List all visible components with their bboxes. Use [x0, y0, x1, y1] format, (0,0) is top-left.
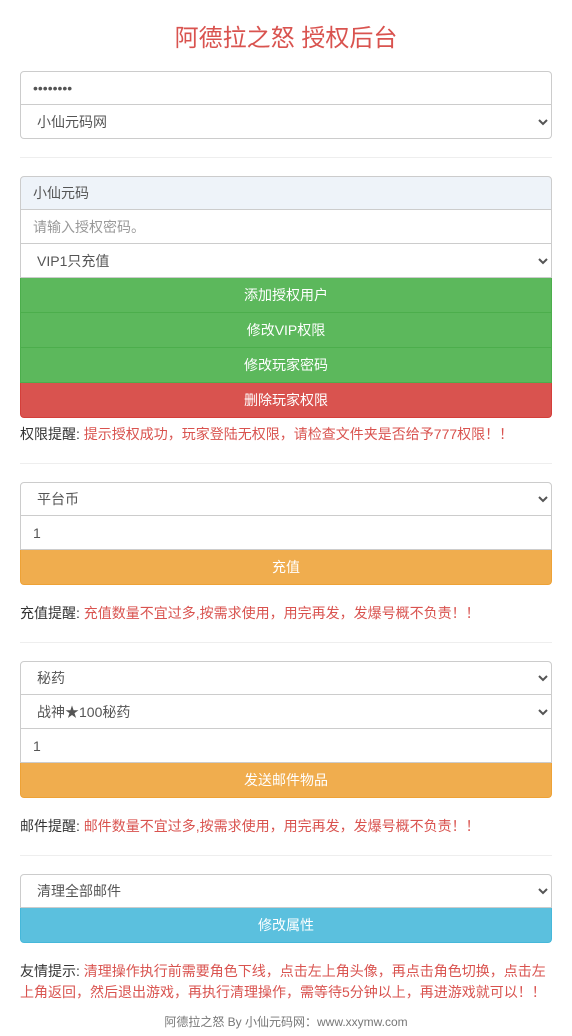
auth-section: 小仙元码网 [20, 71, 552, 139]
admin-password-input[interactable] [20, 71, 552, 105]
item-select[interactable]: 战神★100秘药 [20, 695, 552, 729]
hint-label: 邮件提醒: [20, 818, 84, 834]
recharge-hint: 充值提醒: 充值数量不宜过多,按需求使用，用完再发，发爆号概不负责！！ [20, 603, 552, 624]
modify-player-password-button[interactable]: 修改玩家密码 [20, 348, 552, 383]
hint-text: 邮件数量不宜过多,按需求使用，用完再发，发爆号概不负责！！ [84, 818, 480, 834]
username-readonly: 小仙元码 [20, 176, 552, 210]
permission-hint: 权限提醒: 提示授权成功，玩家登陆无权限，请检查文件夹是否给予777权限！！ [20, 424, 552, 445]
divider [20, 463, 552, 464]
mail-hint: 邮件提醒: 邮件数量不宜过多,按需求使用，用完再发，发爆号概不负责！！ [20, 816, 552, 837]
auth-password-input[interactable] [20, 210, 552, 244]
vip-level-select[interactable]: VIP1只充值 [20, 244, 552, 278]
mail-amount-input[interactable] [20, 729, 552, 763]
hint-label: 权限提醒: [20, 426, 84, 442]
footer-text: 阿德拉之怒 By 小仙元码网：www.xxymw.com [20, 1013, 552, 1030]
hint-label: 充值提醒: [20, 605, 84, 621]
currency-select[interactable]: 平台币 [20, 482, 552, 516]
hint-text: 充值数量不宜过多,按需求使用，用完再发，发爆号概不负责！！ [84, 605, 480, 621]
hint-text: 清理操作执行前需要角色下线，点击左上角头像，再点击角色切换，点击左上角返回，然后… [20, 963, 546, 1000]
delete-player-auth-button[interactable]: 删除玩家权限 [20, 383, 552, 418]
modify-attribute-button[interactable]: 修改属性 [20, 908, 552, 943]
page-title: 阿德拉之怒 授权后台 [20, 18, 552, 53]
recharge-section: 平台币 充值 [20, 482, 552, 585]
item-category-select[interactable]: 秘药 [20, 661, 552, 695]
mail-item-section: 秘药 战神★100秘药 发送邮件物品 [20, 661, 552, 798]
modify-vip-button[interactable]: 修改VIP权限 [20, 313, 552, 348]
hint-label: 友情提示: [20, 963, 84, 979]
divider [20, 642, 552, 643]
send-mail-item-button[interactable]: 发送邮件物品 [20, 763, 552, 798]
divider [20, 855, 552, 856]
recharge-amount-input[interactable] [20, 516, 552, 550]
hint-text: 提示授权成功，玩家登陆无权限，请检查文件夹是否给予777权限！！ [84, 426, 513, 442]
cleanup-section: 清理全部邮件 修改属性 [20, 874, 552, 943]
cleanup-select[interactable]: 清理全部邮件 [20, 874, 552, 908]
divider [20, 157, 552, 158]
user-auth-section: 小仙元码 VIP1只充值 添加授权用户 修改VIP权限 修改玩家密码 删除玩家权… [20, 176, 552, 418]
friendly-hint: 友情提示: 清理操作执行前需要角色下线，点击左上角头像，再点击角色切换，点击左上… [20, 961, 552, 1003]
recharge-button[interactable]: 充值 [20, 550, 552, 585]
add-auth-user-button[interactable]: 添加授权用户 [20, 278, 552, 313]
server-select[interactable]: 小仙元码网 [20, 105, 552, 139]
